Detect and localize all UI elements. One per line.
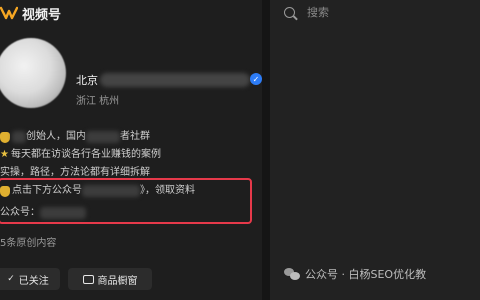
follow-label: 已关注 — [18, 275, 49, 287]
check-icon: ✓ — [7, 274, 15, 284]
app-title: 视频号 — [22, 7, 62, 23]
verified-badge-icon: ✓ — [250, 73, 262, 85]
profile-name: 北京 — [76, 72, 250, 88]
profile-location: 浙江 杭州 — [76, 96, 120, 107]
wechat-icon — [284, 267, 300, 281]
bio-text: 者社群 — [120, 131, 150, 142]
butterfly-logo-icon — [0, 6, 18, 20]
bio-text: 创始人，国内 — [26, 131, 86, 142]
star-icon: ★ — [0, 149, 9, 160]
profile-panel: 视频号 北京 ✓ 浙江 杭州 创始人，国内 者社群 ★ 每天都在访谈各行各业赚钱… — [0, 0, 262, 300]
shop-icon — [82, 274, 94, 284]
bio-line: ★ 每天都在访谈各行各业赚钱的案例 — [0, 146, 195, 164]
bio-text: 每天都在访谈各行各业赚钱的案例 — [10, 149, 161, 160]
watermark-text: 公众号 · 白杨SEO优化教 — [305, 268, 427, 281]
bio-line: 创始人，国内 者社群 — [0, 128, 195, 146]
action-buttons: ✓ 已关注 商品橱窗 — [0, 268, 152, 290]
search-bar[interactable]: 搜索 — [276, 2, 474, 22]
highlight-box — [0, 178, 252, 224]
shop-label: 商品橱窗 — [97, 275, 138, 287]
blurred-text — [86, 131, 120, 143]
app-header: 视频号 — [0, 0, 61, 26]
blurred-text — [12, 131, 26, 143]
original-count[interactable]: 5条原创内容 — [0, 234, 56, 249]
avatar[interactable] — [0, 38, 66, 108]
follow-button[interactable]: ✓ 已关注 — [0, 268, 60, 290]
search-icon — [284, 6, 295, 18]
profile-name-text: 北京 — [76, 74, 98, 87]
panel-divider — [262, 0, 270, 300]
right-panel — [270, 0, 480, 300]
blurred-name — [100, 73, 250, 87]
watermark: 公众号 · 白杨SEO优化教 — [284, 266, 426, 282]
shop-window-button[interactable]: 商品橱窗 — [68, 268, 152, 290]
pointing-hand-icon — [0, 131, 10, 143]
search-placeholder: 搜索 — [307, 6, 329, 19]
